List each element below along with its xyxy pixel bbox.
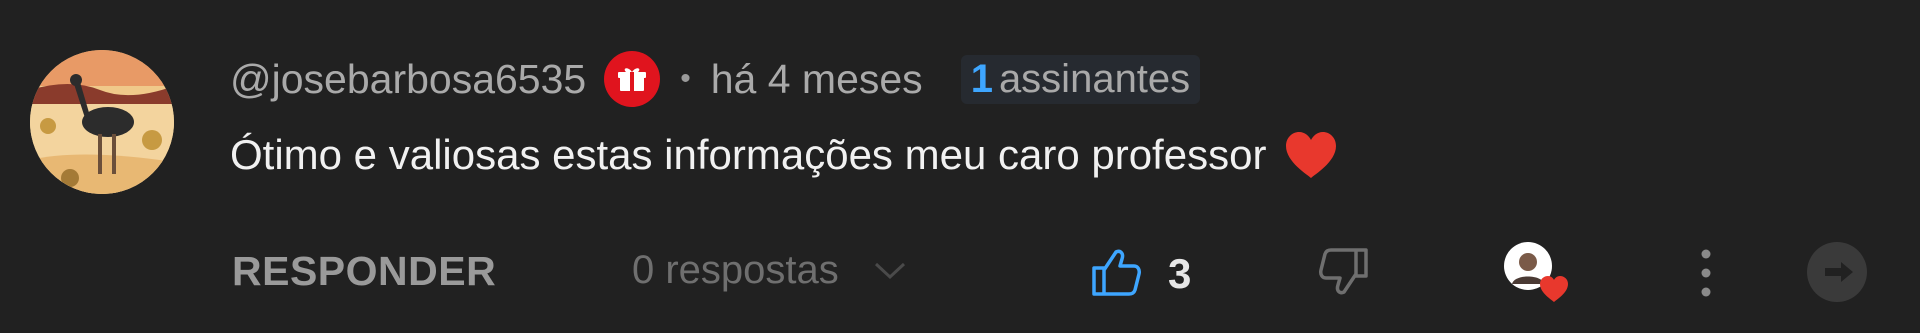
like-count: 3	[1168, 250, 1192, 297]
thumbs-up-icon	[1092, 249, 1141, 296]
like-button[interactable]	[1090, 246, 1142, 303]
subscriber-chip: 1 assinantes	[960, 54, 1201, 104]
replies-toggle[interactable]: 0 respostas	[632, 248, 907, 293]
gift-icon	[604, 51, 661, 107]
creator-heart[interactable]	[1500, 238, 1576, 306]
replies-count: 0 respostas	[632, 248, 839, 292]
more-vert-icon	[1701, 249, 1711, 297]
dislike-button[interactable]	[1318, 246, 1370, 303]
author-avatar[interactable]	[30, 50, 174, 194]
thumbs-down-icon	[1319, 248, 1368, 295]
heart-icon	[1540, 276, 1568, 302]
subscriber-label: assinantes	[998, 56, 1191, 101]
subscriber-count: 1	[970, 56, 993, 101]
more-vert-button[interactable]	[1700, 248, 1712, 303]
chevron-down-icon	[874, 262, 905, 279]
heart-emoji-icon	[1286, 132, 1337, 178]
comment-timestamp[interactable]: há 4 meses	[711, 56, 923, 103]
reply-button[interactable]: RESPONDER	[232, 248, 496, 295]
comment-actions: RESPONDER 0 respostas 3	[0, 240, 1920, 310]
share-icon	[1807, 242, 1867, 302]
comment-body: Ótimo e valiosas estas informações meu c…	[230, 130, 1338, 180]
author-handle[interactable]: @josebarbosa6535	[230, 56, 586, 103]
comment-meta-row: @josebarbosa6535 • há 4 meses 1 assinant…	[230, 48, 1201, 110]
separator-dot: •	[680, 62, 691, 95]
share-button[interactable]	[1805, 240, 1869, 309]
comment-text: Ótimo e valiosas estas informações meu c…	[230, 131, 1267, 178]
